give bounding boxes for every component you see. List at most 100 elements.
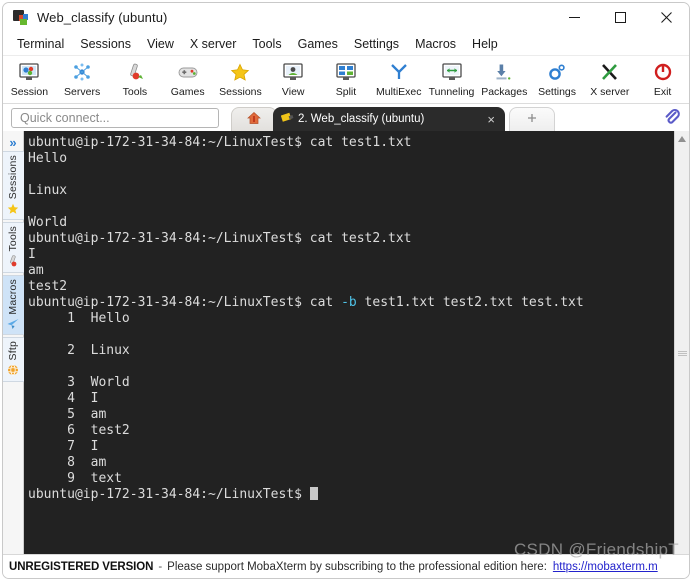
toolbar-button-session[interactable]: Session <box>3 58 56 98</box>
terminal-line: World <box>28 215 674 231</box>
menu-games[interactable]: Games <box>290 34 346 54</box>
menu-tools[interactable]: Tools <box>244 34 289 54</box>
terminal-pane[interactable]: ubuntu@ip-172-31-34-84:~/LinuxTest$ cat … <box>24 131 674 571</box>
toolbar-button-tools[interactable]: Tools <box>109 58 162 98</box>
menu-macros[interactable]: Macros <box>407 34 464 54</box>
paper-plane-icon <box>7 317 20 330</box>
terminal-line: 1 Hello <box>28 311 674 327</box>
sidebar-expand-icon[interactable]: » <box>9 133 16 151</box>
menu-settings[interactable]: Settings <box>346 34 407 54</box>
toolbar-button-tunneling[interactable]: Tunneling <box>425 58 478 98</box>
terminal-output: 6 test2 <box>28 423 130 438</box>
menu-help[interactable]: Help <box>464 34 506 54</box>
terminal-line: am <box>28 263 674 279</box>
sidebar-item-sftp[interactable]: Sftp <box>3 337 24 382</box>
terminal-scrollbar[interactable] <box>674 131 689 571</box>
toolbar-button-multiexec[interactable]: MultiExec <box>372 58 425 98</box>
tools-icon <box>122 60 148 84</box>
menu-terminal[interactable]: Terminal <box>9 34 72 54</box>
toolbar-button-split[interactable]: Split <box>320 58 373 98</box>
toolbar-label-multiexec: MultiExec <box>375 86 422 98</box>
terminal-output: 7 I <box>28 439 99 454</box>
terminal-line: test2 <box>28 279 674 295</box>
terminal-output: 8 am <box>28 455 107 470</box>
terminal-line: I <box>28 247 674 263</box>
status-link[interactable]: https://mobaxterm.m <box>553 561 658 573</box>
wrench-icon <box>7 255 20 268</box>
terminal-command: cat test1.txt <box>309 135 412 150</box>
toolbar-button-xserver[interactable]: X server <box>583 58 636 98</box>
scroll-up-arrow[interactable] <box>675 131 689 146</box>
sidebar-label-sftp: Sftp <box>7 341 19 361</box>
window-controls <box>551 3 689 32</box>
terminal-line: ubuntu@ip-172-31-34-84:~/LinuxTest$ cat … <box>28 231 674 247</box>
terminal-line: Hello <box>28 151 674 167</box>
terminal-line: ubuntu@ip-172-31-34-84:~/LinuxTest$ cat … <box>28 135 674 151</box>
terminal-prompt: ubuntu@ip-172-31-34-84:~/LinuxTest$ <box>28 295 310 310</box>
tab-close-icon[interactable]: × <box>483 113 499 126</box>
left-sidebar: » Sessions Tools Macros Sftp <box>3 131 24 571</box>
toolbar-button-sessions[interactable]: Sessions <box>214 58 267 98</box>
terminal-content[interactable]: ubuntu@ip-172-31-34-84:~/LinuxTest$ cat … <box>24 131 674 571</box>
terminal-command-flag: -b <box>341 295 357 310</box>
status-separator: - <box>158 560 163 573</box>
terminal-prompt: ubuntu@ip-172-31-34-84:~/LinuxTest$ <box>28 135 310 150</box>
terminal-command: cat <box>309 295 342 310</box>
terminal-output: test2 <box>28 279 68 294</box>
toolbar-button-settings[interactable]: Settings <box>531 58 584 98</box>
terminal-output: Linux <box>28 183 68 198</box>
sidebar-item-macros[interactable]: Macros <box>3 274 24 336</box>
toolbar-button-view[interactable]: View <box>267 58 320 98</box>
home-icon <box>247 111 261 128</box>
tab-home[interactable] <box>231 107 277 131</box>
menu-view[interactable]: View <box>139 34 182 54</box>
terminal-output: am <box>28 263 44 278</box>
terminal-line: 3 World <box>28 375 674 391</box>
sidebar-item-sessions[interactable]: Sessions <box>3 151 24 221</box>
menu-x-server[interactable]: X server <box>182 34 245 54</box>
new-tab-button[interactable] <box>509 107 555 131</box>
terminal-prompt: ubuntu@ip-172-31-34-84:~/LinuxTest$ <box>28 231 310 246</box>
terminal-line: 8 am <box>28 455 674 471</box>
app-root: Web_classify (ubuntu) Terminal Sessions … <box>0 0 692 581</box>
toolbar-button-exit[interactable]: Exit <box>636 58 689 98</box>
toolbar-label-games: Games <box>170 86 205 98</box>
sidebar-label-sessions: Sessions <box>7 155 19 200</box>
terminal-output: 9 text <box>28 471 122 486</box>
sidebar-item-tools[interactable]: Tools <box>3 222 24 273</box>
terminal-output: 4 I <box>28 391 99 406</box>
exit-power-icon <box>650 60 676 84</box>
tab-web-classify[interactable]: 2. Web_classify (ubuntu) × <box>273 107 505 131</box>
scrollbar-grip-icon <box>678 351 687 357</box>
toolbar-label-tools: Tools <box>122 86 148 98</box>
sidebar-label-macros: Macros <box>7 278 19 315</box>
terminal-output: 5 am <box>28 407 107 422</box>
scrollbar-thumb[interactable] <box>675 146 689 554</box>
menu-sessions[interactable]: Sessions <box>72 34 139 54</box>
toolbar-button-games[interactable]: Games <box>161 58 214 98</box>
terminal-line: 2 Linux <box>28 343 674 359</box>
terminal-line: ubuntu@ip-172-31-34-84:~/LinuxTest$ cat … <box>28 295 674 311</box>
minimize-button[interactable] <box>551 3 597 32</box>
toolbar-label-xserver: X server <box>590 86 630 98</box>
terminal-output: 2 Linux <box>28 343 130 358</box>
toolbar-label-exit: Exit <box>653 86 672 98</box>
session-icon <box>16 60 42 84</box>
sidebar-label-tools: Tools <box>7 226 19 252</box>
toolbar-label-split: Split <box>335 86 357 98</box>
main-body: » Sessions Tools Macros Sftp ubuntu@ip-1… <box>3 131 689 571</box>
paperclip-icon[interactable] <box>663 108 681 131</box>
terminal-line: 6 test2 <box>28 423 674 439</box>
terminal-prompt: ubuntu@ip-172-31-34-84:~/LinuxTest$ <box>28 487 310 502</box>
toolbar-button-servers[interactable]: Servers <box>56 58 109 98</box>
toolbar-label-tunneling: Tunneling <box>428 86 475 98</box>
toolbar-label-packages: Packages <box>481 86 528 98</box>
quick-connect-input[interactable]: Quick connect... <box>11 107 219 128</box>
close-button[interactable] <box>643 3 689 32</box>
maximize-button[interactable] <box>597 3 643 32</box>
terminal-tab-icon <box>280 111 294 127</box>
toolbar-label-session: Session <box>10 86 49 98</box>
multiexec-icon <box>386 60 412 84</box>
toolbar-button-packages[interactable]: Packages <box>478 58 531 98</box>
